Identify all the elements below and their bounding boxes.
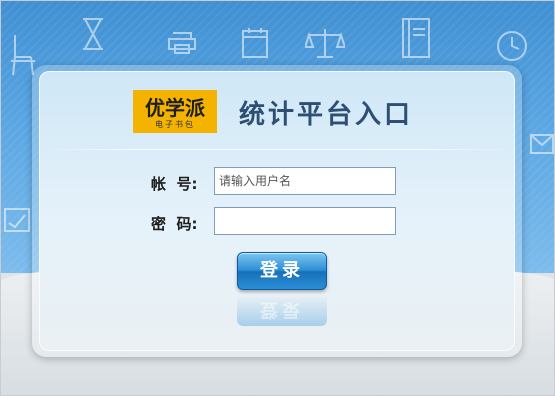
calendar-icon xyxy=(242,28,268,58)
printer-icon xyxy=(168,32,196,54)
scales-icon xyxy=(305,29,345,58)
account-input[interactable] xyxy=(214,167,396,195)
header-divider xyxy=(43,149,511,150)
board-icon xyxy=(4,208,30,232)
login-button-reflection: 登录 xyxy=(237,292,327,326)
book-icon xyxy=(402,18,430,58)
account-label: 帐 号: xyxy=(151,175,198,193)
hourglass-icon xyxy=(83,18,103,50)
clock-icon xyxy=(497,31,527,61)
password-input[interactable] xyxy=(214,207,396,235)
login-button[interactable]: 登录 xyxy=(237,252,327,290)
password-label: 密 码: xyxy=(151,215,198,233)
envelope-icon xyxy=(530,134,554,154)
logo-text: 优学派 xyxy=(145,96,205,120)
logo-subtext: 电子书包 xyxy=(155,120,195,129)
page-title: 统计平台入口 xyxy=(239,100,414,130)
brand-logo: 优学派 电子书包 xyxy=(133,90,217,133)
page-frame: 优学派 电子书包 统计平台入口 帐 号: 密 码: 登录 登录 xyxy=(0,0,555,396)
